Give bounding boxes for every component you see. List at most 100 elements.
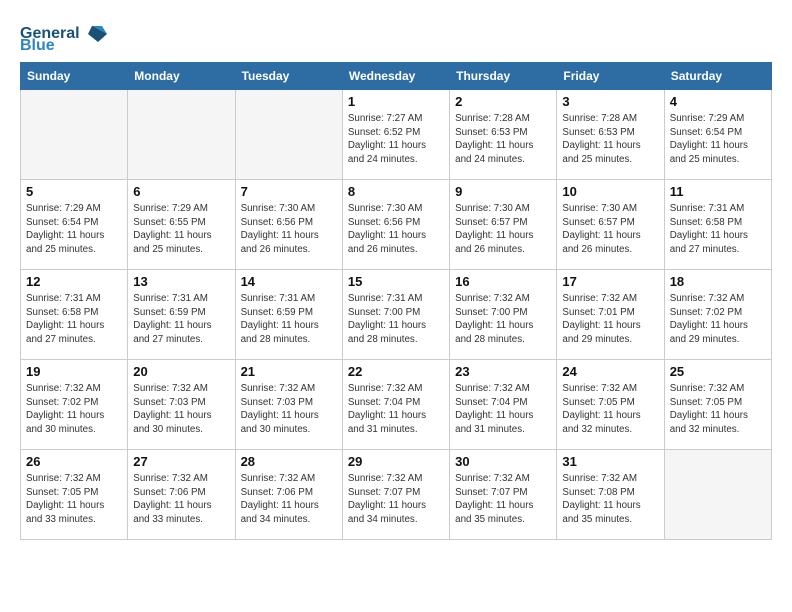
day-number: 15: [348, 274, 444, 289]
day-info: Sunrise: 7:32 AM Sunset: 7:06 PM Dayligh…: [133, 472, 229, 527]
day-info: Sunrise: 7:32 AM Sunset: 7:05 PM Dayligh…: [26, 472, 122, 527]
calendar-day-cell: 19Sunrise: 7:32 AM Sunset: 7:02 PM Dayli…: [21, 360, 128, 450]
day-number: 11: [670, 184, 766, 199]
page-header: General Blue: [20, 20, 772, 52]
calendar-day-cell: 2 Sunrise: 7:28 AM Sunset: 6:53 PM Daylig…: [450, 90, 557, 180]
day-info: Sunrise: 7:31 AM Sunset: 6:58 PM Dayligh…: [26, 292, 122, 347]
day-number: 19: [26, 364, 122, 379]
calendar-day-cell: [128, 90, 235, 180]
logo-icon: General Blue: [20, 20, 110, 52]
day-number: 3: [562, 94, 658, 109]
day-info: Sunrise: 7:31 AM Sunset: 6:59 PM Dayligh…: [241, 292, 337, 347]
day-number: 22: [348, 364, 444, 379]
day-of-week-header: Tuesday: [235, 63, 342, 90]
day-number: 17: [562, 274, 658, 289]
calendar-day-cell: 29 Sunrise: 7:32 AM Sunset: 7:07 PM Dayli…: [342, 450, 449, 540]
day-info: Sunrise: 7:32 AM Sunset: 7:04 PM Dayligh…: [455, 382, 551, 437]
day-info: Sunrise: 7:32 AM Sunset: 7:04 PM Dayligh…: [348, 382, 444, 437]
day-number: 12: [26, 274, 122, 289]
day-number: 30: [455, 454, 551, 469]
day-info: Sunrise: 7:30 AM Sunset: 6:57 PM Dayligh…: [562, 202, 658, 257]
day-info: Sunrise: 7:32 AM Sunset: 7:08 PM Dayligh…: [562, 472, 658, 527]
calendar-day-cell: 3 Sunrise: 7:28 AM Sunset: 6:53 PM Daylig…: [557, 90, 664, 180]
day-of-week-header: Wednesday: [342, 63, 449, 90]
day-info: Sunrise: 7:32 AM Sunset: 7:03 PM Dayligh…: [133, 382, 229, 437]
calendar-day-cell: 25 Sunrise: 7:32 AM Sunset: 7:05 PM Dayli…: [664, 360, 771, 450]
day-info: Sunrise: 7:32 AM Sunset: 7:07 PM Dayligh…: [455, 472, 551, 527]
calendar-day-cell: 4 Sunrise: 7:29 AM Sunset: 6:54 PM Daylig…: [664, 90, 771, 180]
day-number: 1: [348, 94, 444, 109]
day-info: Sunrise: 7:32 AM Sunset: 7:06 PM Dayligh…: [241, 472, 337, 527]
day-info: Sunrise: 7:28 AM Sunset: 6:53 PM Dayligh…: [455, 112, 551, 167]
calendar-day-cell: [664, 450, 771, 540]
day-number: 29: [348, 454, 444, 469]
day-info: Sunrise: 7:28 AM Sunset: 6:53 PM Dayligh…: [562, 112, 658, 167]
calendar-day-cell: 16Sunrise: 7:32 AM Sunset: 7:00 PM Dayli…: [450, 270, 557, 360]
calendar-day-cell: 12 Sunrise: 7:31 AM Sunset: 6:58 PM Dayli…: [21, 270, 128, 360]
svg-text:Blue: Blue: [20, 37, 55, 52]
calendar-day-cell: 10 Sunrise: 7:30 AM Sunset: 6:57 PM Dayli…: [557, 180, 664, 270]
calendar-day-cell: 15 Sunrise: 7:31 AM Sunset: 7:00 PM Dayli…: [342, 270, 449, 360]
calendar-day-cell: 27 Sunrise: 7:32 AM Sunset: 7:06 PM Dayli…: [128, 450, 235, 540]
day-of-week-header: Sunday: [21, 63, 128, 90]
day-info: Sunrise: 7:29 AM Sunset: 6:54 PM Dayligh…: [670, 112, 766, 167]
day-number: 7: [241, 184, 337, 199]
day-number: 6: [133, 184, 229, 199]
calendar-day-cell: 14 Sunrise: 7:31 AM Sunset: 6:59 PM Dayli…: [235, 270, 342, 360]
calendar-day-cell: 5 Sunrise: 7:29 AM Sunset: 6:54 PM Daylig…: [21, 180, 128, 270]
day-number: 26: [26, 454, 122, 469]
calendar-day-cell: 22 Sunrise: 7:32 AM Sunset: 7:04 PM Dayli…: [342, 360, 449, 450]
calendar-day-cell: 28 Sunrise: 7:32 AM Sunset: 7:06 PM Dayli…: [235, 450, 342, 540]
day-number: 13: [133, 274, 229, 289]
day-number: 4: [670, 94, 766, 109]
day-number: 10: [562, 184, 658, 199]
calendar-day-cell: 17 Sunrise: 7:32 AM Sunset: 7:01 PM Dayli…: [557, 270, 664, 360]
day-number: 20: [133, 364, 229, 379]
day-number: 25: [670, 364, 766, 379]
calendar-week-row: 1 Sunrise: 7:27 AM Sunset: 6:52 PM Daylig…: [21, 90, 772, 180]
calendar-day-cell: 30 Sunrise: 7:32 AM Sunset: 7:07 PM Dayli…: [450, 450, 557, 540]
calendar-day-cell: 6 Sunrise: 7:29 AM Sunset: 6:55 PM Daylig…: [128, 180, 235, 270]
calendar-day-cell: [21, 90, 128, 180]
calendar-day-cell: 23Sunrise: 7:32 AM Sunset: 7:04 PM Dayli…: [450, 360, 557, 450]
calendar-day-cell: 21Sunrise: 7:32 AM Sunset: 7:03 PM Dayli…: [235, 360, 342, 450]
calendar-day-cell: 1 Sunrise: 7:27 AM Sunset: 6:52 PM Daylig…: [342, 90, 449, 180]
day-of-week-header: Thursday: [450, 63, 557, 90]
calendar-day-cell: [235, 90, 342, 180]
calendar-day-cell: 24Sunrise: 7:32 AM Sunset: 7:05 PM Dayli…: [557, 360, 664, 450]
calendar-week-row: 5 Sunrise: 7:29 AM Sunset: 6:54 PM Daylig…: [21, 180, 772, 270]
day-info: Sunrise: 7:29 AM Sunset: 6:55 PM Dayligh…: [133, 202, 229, 257]
day-info: Sunrise: 7:27 AM Sunset: 6:52 PM Dayligh…: [348, 112, 444, 167]
day-number: 2: [455, 94, 551, 109]
day-info: Sunrise: 7:32 AM Sunset: 7:01 PM Dayligh…: [562, 292, 658, 347]
day-info: Sunrise: 7:32 AM Sunset: 7:05 PM Dayligh…: [562, 382, 658, 437]
day-info: Sunrise: 7:30 AM Sunset: 6:56 PM Dayligh…: [348, 202, 444, 257]
day-info: Sunrise: 7:31 AM Sunset: 6:59 PM Dayligh…: [133, 292, 229, 347]
calendar-day-cell: 31 Sunrise: 7:32 AM Sunset: 7:08 PM Dayli…: [557, 450, 664, 540]
day-info: Sunrise: 7:31 AM Sunset: 6:58 PM Dayligh…: [670, 202, 766, 257]
day-info: Sunrise: 7:29 AM Sunset: 6:54 PM Dayligh…: [26, 202, 122, 257]
day-info: Sunrise: 7:32 AM Sunset: 7:00 PM Dayligh…: [455, 292, 551, 347]
day-info: Sunrise: 7:31 AM Sunset: 7:00 PM Dayligh…: [348, 292, 444, 347]
day-of-week-header: Saturday: [664, 63, 771, 90]
day-number: 5: [26, 184, 122, 199]
calendar-week-row: 26 Sunrise: 7:32 AM Sunset: 7:05 PM Dayli…: [21, 450, 772, 540]
calendar-day-cell: 20 Sunrise: 7:32 AM Sunset: 7:03 PM Dayli…: [128, 360, 235, 450]
day-of-week-header: Monday: [128, 63, 235, 90]
day-info: Sunrise: 7:32 AM Sunset: 7:07 PM Dayligh…: [348, 472, 444, 527]
day-number: 27: [133, 454, 229, 469]
calendar-day-cell: 11 Sunrise: 7:31 AM Sunset: 6:58 PM Dayli…: [664, 180, 771, 270]
day-number: 8: [348, 184, 444, 199]
calendar-week-row: 19Sunrise: 7:32 AM Sunset: 7:02 PM Dayli…: [21, 360, 772, 450]
day-number: 14: [241, 274, 337, 289]
day-number: 9: [455, 184, 551, 199]
day-of-week-header: Friday: [557, 63, 664, 90]
day-info: Sunrise: 7:32 AM Sunset: 7:05 PM Dayligh…: [670, 382, 766, 437]
day-number: 31: [562, 454, 658, 469]
calendar-day-cell: 13 Sunrise: 7:31 AM Sunset: 6:59 PM Dayli…: [128, 270, 235, 360]
day-info: Sunrise: 7:30 AM Sunset: 6:56 PM Dayligh…: [241, 202, 337, 257]
day-number: 28: [241, 454, 337, 469]
calendar-day-cell: 8 Sunrise: 7:30 AM Sunset: 6:56 PM Daylig…: [342, 180, 449, 270]
day-info: Sunrise: 7:32 AM Sunset: 7:03 PM Dayligh…: [241, 382, 337, 437]
calendar-day-cell: 9Sunrise: 7:30 AM Sunset: 6:57 PM Daylig…: [450, 180, 557, 270]
